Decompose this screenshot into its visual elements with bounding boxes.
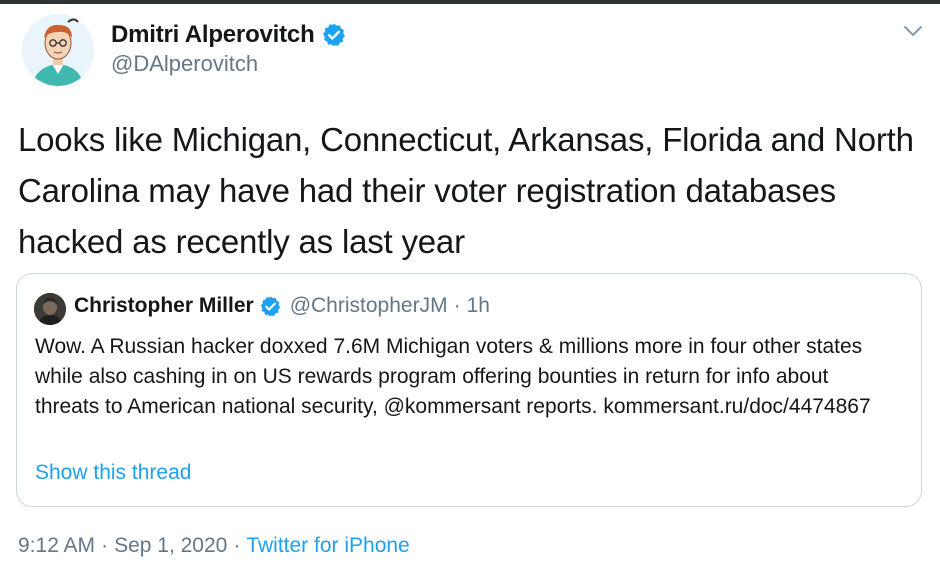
author-avatar-illustration (22, 14, 94, 86)
tweet-footer: 9:12 AM · Sep 1, 2020 · Twitter for iPho… (18, 534, 410, 558)
quoted-avatar-photo (34, 293, 66, 325)
quoted-separator: · (453, 294, 461, 317)
tweet-source-link[interactable]: Twitter for iPhone (246, 534, 409, 558)
footer-separator: · (233, 534, 241, 557)
chevron-down-icon[interactable] (900, 20, 926, 42)
quoted-age[interactable]: 1h (467, 294, 490, 318)
author-handle[interactable]: @DAlperovitch (111, 51, 258, 77)
quoted-author-avatar[interactable] (34, 293, 66, 325)
quoted-author-name[interactable]: Christopher Miller (74, 294, 254, 318)
tweet-text: Looks like Michigan, Connecticut, Arkans… (18, 121, 914, 260)
footer-separator: · (101, 534, 109, 557)
quoted-tweet[interactable]: Christopher Miller @ChristopherJM · 1h W… (16, 273, 922, 507)
tweet-date[interactable]: Sep 1, 2020 (114, 534, 227, 558)
quoted-header: Christopher Miller @ChristopherJM · 1h (74, 294, 490, 318)
author-name-row: Dmitri Alperovitch (111, 21, 347, 49)
quoted-text: Wow. A Russian hacker doxxed 7.6M Michig… (35, 335, 871, 418)
author-name[interactable]: Dmitri Alperovitch (111, 21, 315, 49)
top-border (0, 0, 940, 4)
show-thread-link[interactable]: Show this thread (35, 461, 191, 485)
verified-badge-icon (322, 23, 345, 47)
author-avatar[interactable] (22, 14, 94, 86)
verified-badge-icon (260, 295, 280, 317)
quoted-author-handle[interactable]: @ChristopherJM (290, 294, 448, 318)
tweet-time[interactable]: 9:12 AM (18, 534, 95, 558)
